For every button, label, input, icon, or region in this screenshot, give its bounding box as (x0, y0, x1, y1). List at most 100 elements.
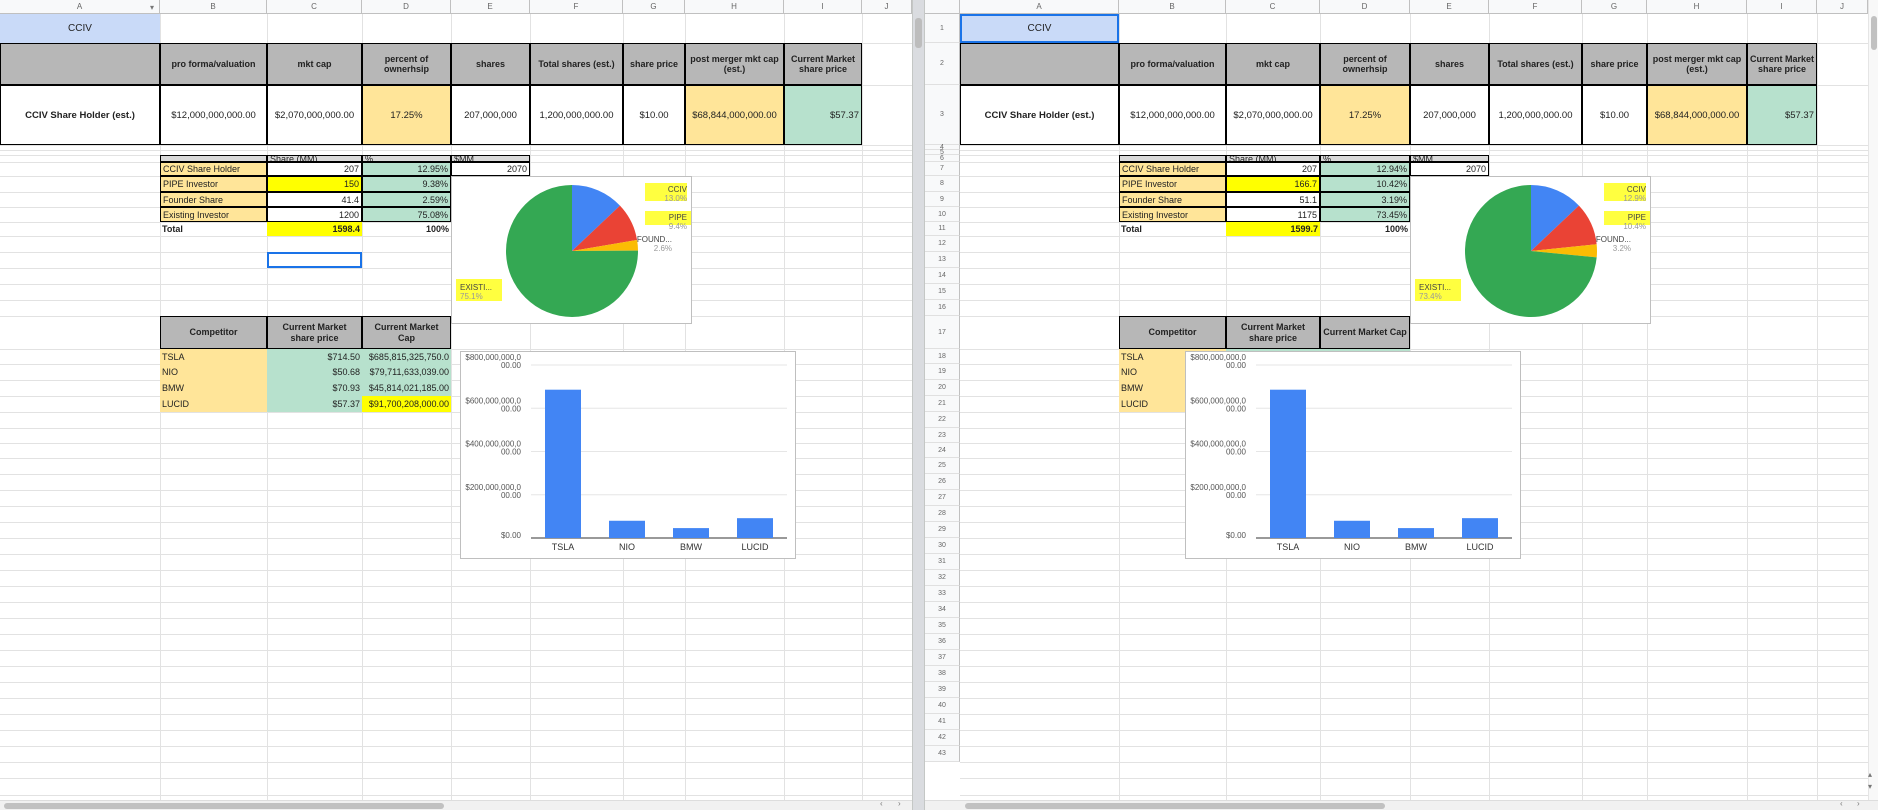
scrollbar-thumb[interactable] (965, 803, 1385, 809)
row3-value-6[interactable]: $10.00 (623, 85, 685, 145)
row-header[interactable]: 33 (925, 586, 960, 602)
select-all-corner[interactable] (925, 0, 960, 14)
total-pct[interactable]: 100% (1320, 222, 1410, 236)
share-row-pct[interactable]: 73.45% (1320, 207, 1410, 222)
column-header[interactable]: E (451, 0, 530, 14)
row3-label[interactable]: CCIV Share Holder (est.) (960, 85, 1119, 145)
bar-tsla[interactable] (545, 389, 581, 538)
column-header[interactable]: A (960, 0, 1119, 14)
row-header[interactable]: 31 (925, 554, 960, 570)
bar-bmw[interactable] (1398, 528, 1434, 538)
row-header[interactable]: 40 (925, 698, 960, 714)
column-header[interactable]: E (1410, 0, 1489, 14)
row-header[interactable]: 30 (925, 538, 960, 554)
column-header[interactable]: H (685, 0, 784, 14)
share-row-pct[interactable]: 3.19% (1320, 192, 1410, 207)
column-header[interactable]: B (1119, 0, 1226, 14)
row-header[interactable]: 23 (925, 428, 960, 443)
column-header[interactable]: C (1226, 0, 1320, 14)
competitor-price[interactable]: $70.93 (267, 380, 362, 396)
total-pct[interactable]: 100% (362, 222, 451, 236)
bar-nio[interactable] (609, 520, 645, 538)
row-header[interactable]: 38 (925, 666, 960, 682)
column-header[interactable]: I (784, 0, 862, 14)
row3-value-4[interactable]: 207,000,000 (1410, 85, 1489, 145)
row-header[interactable]: 14 (925, 268, 960, 284)
competitor-name[interactable]: NIO (160, 364, 267, 380)
share-row-share[interactable]: 51.1 (1226, 192, 1320, 207)
column-header[interactable]: D (362, 0, 451, 14)
row3-value-2[interactable]: $2,070,000,000.00 (267, 85, 362, 145)
row-header[interactable]: 41 (925, 714, 960, 730)
competitor-price[interactable]: $50.68 (267, 364, 362, 380)
row3-value-6[interactable]: $10.00 (1582, 85, 1647, 145)
column-header[interactable]: F (1489, 0, 1582, 14)
horizontal-scrollbar[interactable] (925, 800, 1878, 810)
horizontal-scrollbar[interactable] (0, 800, 912, 810)
bar-bmw[interactable] (673, 528, 709, 538)
chevron-down-icon[interactable]: ▾ (1868, 782, 1872, 791)
competitor-price[interactable]: $714.50 (267, 349, 362, 364)
row-header[interactable]: 26 (925, 474, 960, 490)
total-share[interactable]: 1599.7 (1226, 222, 1320, 236)
row3-value-1[interactable]: $12,000,000,000.00 (1119, 85, 1226, 145)
row-header[interactable]: 17 (925, 316, 960, 349)
row3-label[interactable]: CCIV Share Holder (est.) (0, 85, 160, 145)
row-header[interactable]: 35 (925, 618, 960, 634)
vertical-scrollbar[interactable] (1868, 0, 1878, 800)
row-header[interactable]: 37 (925, 650, 960, 666)
row3-value-4[interactable]: 207,000,000 (451, 85, 530, 145)
share-row-pct[interactable]: 12.94% (1320, 162, 1410, 176)
share-row-label[interactable]: Existing Investor (160, 207, 267, 222)
row3-value-7[interactable]: $68,844,000,000.00 (1647, 85, 1747, 145)
competitor-name[interactable]: TSLA (160, 349, 267, 364)
row-header[interactable]: 43 (925, 746, 960, 762)
row-header[interactable]: 9 (925, 192, 960, 207)
pie-chart[interactable]: CCIV 13.0% PIPE 9.4% FOUND... 2.6% EXISTI... 75… (451, 176, 692, 324)
share-row-label[interactable]: Founder Share (1119, 192, 1226, 207)
row-header[interactable]: 36 (925, 634, 960, 650)
share-row-pct[interactable]: 2.59% (362, 192, 451, 207)
share-row-label[interactable]: CCIV Share Holder (1119, 162, 1226, 176)
row-header[interactable]: 39 (925, 682, 960, 698)
column-header[interactable]: G (1582, 0, 1647, 14)
total-label[interactable]: Total (1119, 222, 1226, 236)
bar-chart[interactable]: $800,000,000,0 00.00 $600,000,000,0 00.00 $4… (1185, 351, 1521, 559)
share-row-label[interactable]: Founder Share (160, 192, 267, 207)
column-header[interactable]: D (1320, 0, 1410, 14)
column-header[interactable]: G (623, 0, 685, 14)
row3-value-5[interactable]: 1,200,000,000.00 (1489, 85, 1582, 145)
row-header[interactable]: 22 (925, 412, 960, 428)
total-label[interactable]: Total (160, 222, 267, 236)
pie-chart[interactable]: CCIV 12.9% PIPE 10.4% FOUND... 3.2% EXISTI... 7… (1410, 176, 1651, 324)
row-header[interactable]: 12 (925, 236, 960, 252)
row-header[interactable]: 34 (925, 602, 960, 618)
share-row-label[interactable]: PIPE Investor (160, 176, 267, 192)
chevron-up-icon[interactable]: ▴ (1868, 770, 1872, 779)
row3-value-3[interactable]: 17.25% (1320, 85, 1410, 145)
column-header[interactable]: A (0, 0, 160, 14)
row-header[interactable]: 1 (925, 14, 960, 43)
row3-value-1[interactable]: $12,000,000,000.00 (160, 85, 267, 145)
column-header[interactable]: B (160, 0, 267, 14)
row-header[interactable]: 21 (925, 396, 960, 412)
row3-value-2[interactable]: $2,070,000,000.00 (1226, 85, 1320, 145)
row-header[interactable]: 7 (925, 162, 960, 176)
pane-divider[interactable] (912, 0, 925, 810)
column-header[interactable]: I (1747, 0, 1817, 14)
competitor-name[interactable]: LUCID (160, 396, 267, 412)
row-header[interactable]: 42 (925, 730, 960, 746)
row-header[interactable]: 6 (925, 155, 960, 162)
competitor-cap[interactable]: $79,711,633,039.00 (362, 364, 451, 380)
share-row-share[interactable]: 1200 (267, 207, 362, 222)
row-header[interactable]: 13 (925, 252, 960, 268)
column-header[interactable]: J (1817, 0, 1868, 14)
row-header[interactable]: 15 (925, 284, 960, 300)
share-row-mm[interactable]: 2070 (1410, 162, 1489, 176)
competitor-price[interactable]: $57.37 (267, 396, 362, 412)
bar-chart[interactable]: $800,000,000,0 00.00 $600,000,000,0 00.00 $4… (460, 351, 796, 559)
competitor-cap[interactable]: $91,700,208,000.00 (362, 396, 451, 412)
share-row-label[interactable]: CCIV Share Holder (160, 162, 267, 176)
divider-grip[interactable] (915, 18, 922, 48)
share-row-share[interactable]: 150 (267, 176, 362, 192)
